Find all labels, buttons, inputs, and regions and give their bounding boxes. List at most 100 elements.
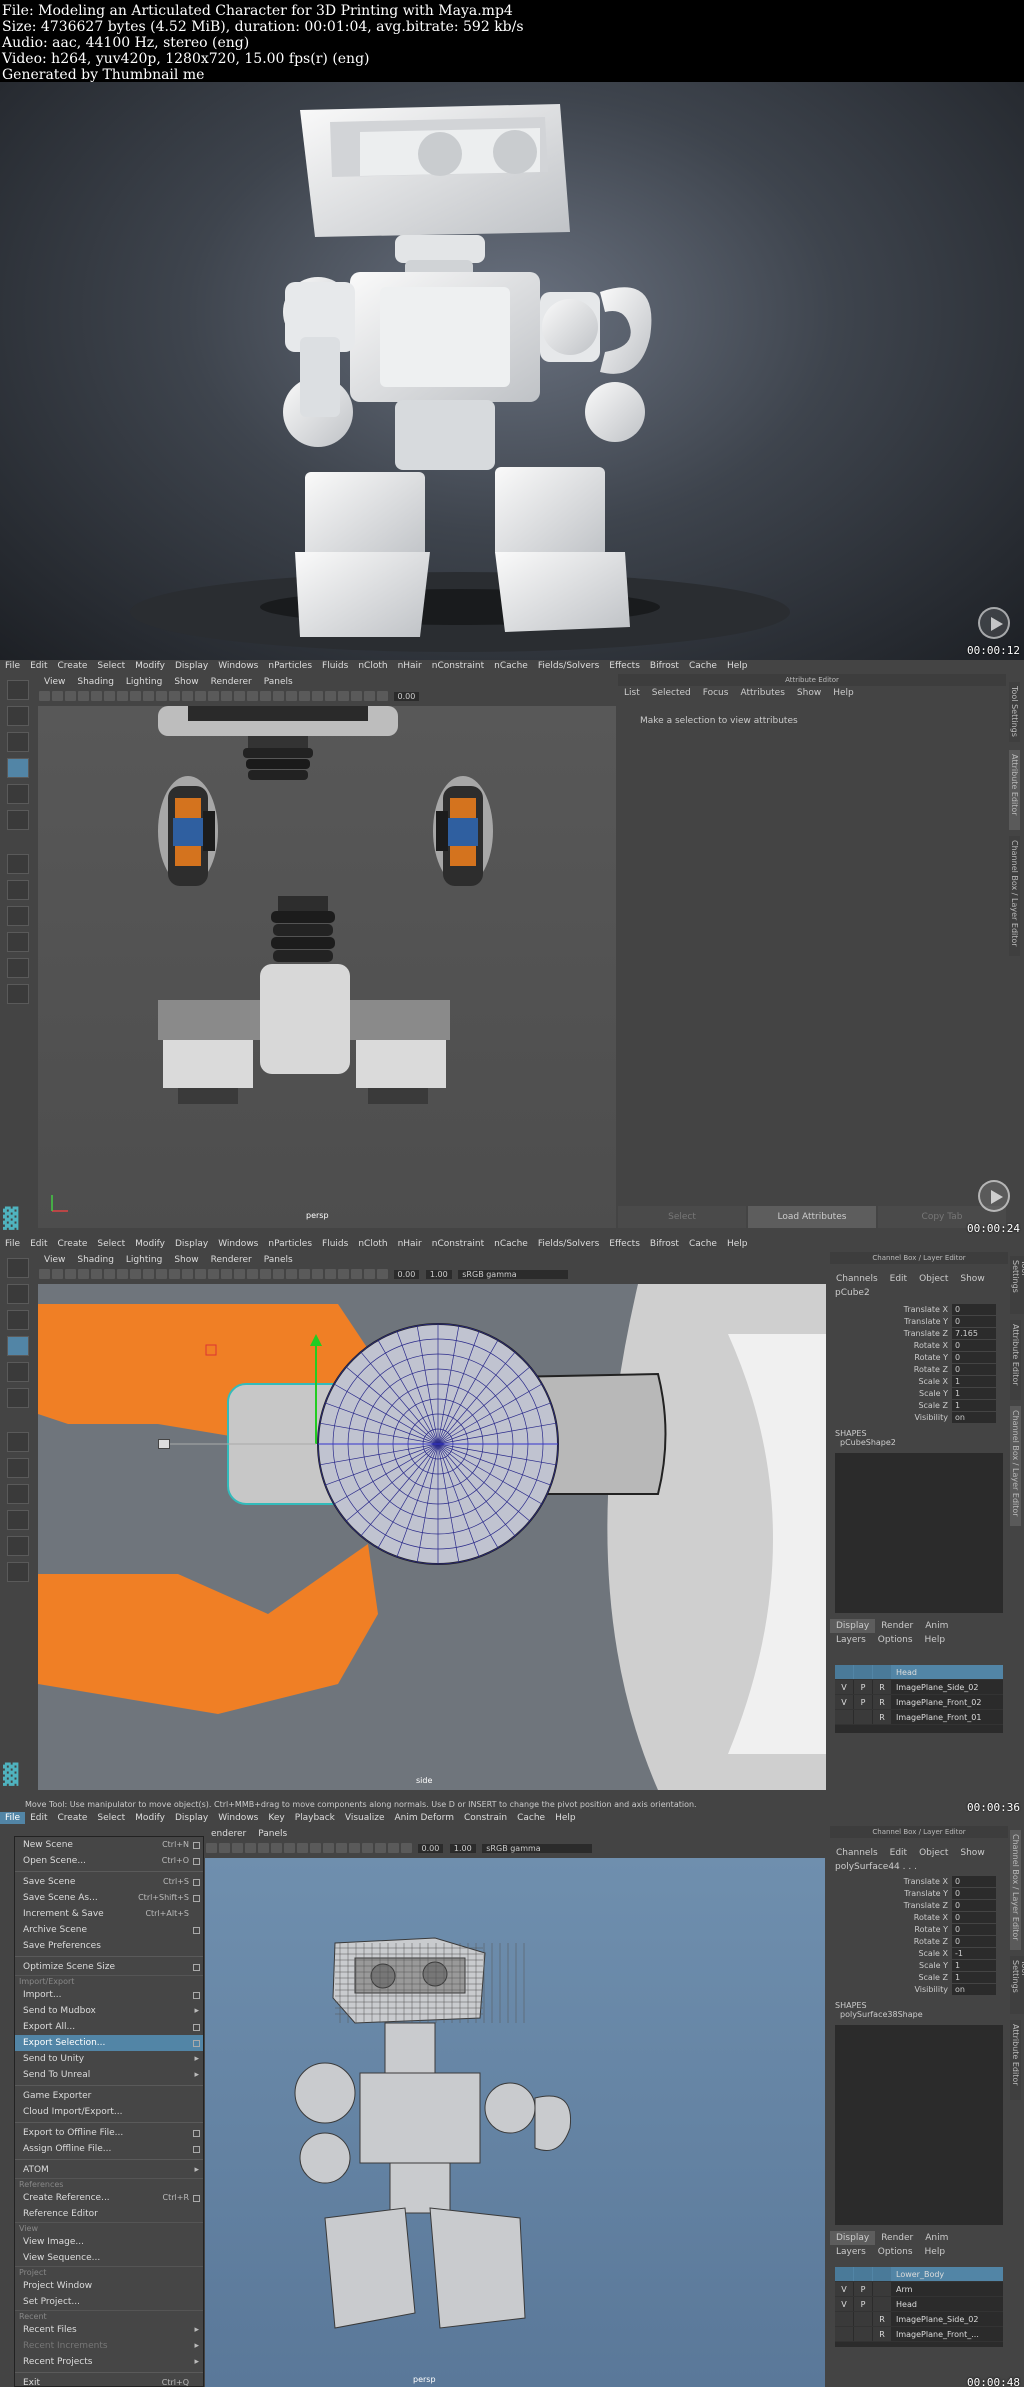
layer-r-toggle[interactable] — [873, 2267, 891, 2281]
menu-ncache[interactable]: nCache — [489, 1238, 533, 1250]
side-tab-tool-settings[interactable]: Tool Settings — [1009, 682, 1020, 742]
file-menu-item-view-image[interactable]: View Image... — [15, 2234, 203, 2250]
layer-r-toggle[interactable]: R — [873, 1695, 891, 1709]
option-box-icon[interactable] — [193, 2146, 200, 2153]
layer-menu-options[interactable]: Options — [872, 2245, 919, 2259]
ae-menu-selected[interactable]: Selected — [646, 686, 697, 700]
menu-effects[interactable]: Effects — [604, 1238, 645, 1250]
menu-fields-solvers[interactable]: Fields/Solvers — [533, 1238, 604, 1250]
layout-outliner-icon[interactable] — [7, 1536, 29, 1556]
menu-bifrost[interactable]: Bifrost — [645, 660, 684, 672]
file-menu-item-new-scene[interactable]: New Scene Ctrl+N — [15, 1837, 203, 1853]
panel-menu-show[interactable]: Show — [168, 1254, 204, 1266]
menu-file[interactable]: File — [0, 1238, 25, 1250]
cb-attr-value[interactable]: 1 — [952, 1972, 996, 1983]
cb-attr-value[interactable]: 1 — [952, 1400, 996, 1411]
menu-help[interactable]: Help — [722, 660, 753, 672]
file-menu-item-assign-offline-file[interactable]: Assign Offline File... — [15, 2141, 203, 2157]
cb-attr-value[interactable]: 0 — [952, 1316, 996, 1327]
menu-cache[interactable]: Cache — [684, 660, 722, 672]
paint-tool-icon[interactable] — [7, 1310, 29, 1330]
menu-modify[interactable]: Modify — [130, 1238, 170, 1250]
panel-menu-panels[interactable]: Panels — [258, 1254, 299, 1266]
layer-row[interactable]: Head — [835, 1665, 1003, 1680]
option-box-icon[interactable] — [193, 2040, 200, 2047]
layer-tab-anim[interactable]: Anim — [919, 1619, 954, 1633]
cb-attr-value[interactable]: 0 — [952, 1876, 996, 1887]
cb-attr-value[interactable]: 1 — [952, 1388, 996, 1399]
layer-p-toggle[interactable]: P — [854, 2297, 872, 2311]
menu-help[interactable]: Help — [722, 1238, 753, 1250]
cb-menu-edit[interactable]: Edit — [884, 1272, 913, 1286]
option-box-icon[interactable] — [193, 1879, 200, 1886]
file-menu-item-save-preferences[interactable]: Save Preferences — [15, 1938, 203, 1954]
file-menu-item-export-all[interactable]: Export All... — [15, 2019, 203, 2035]
panel-menu-show[interactable]: Show — [168, 676, 204, 688]
menu-nparticles[interactable]: nParticles — [263, 660, 317, 672]
option-box-icon[interactable] — [193, 1858, 200, 1865]
menu-nconstraint[interactable]: nConstraint — [427, 660, 489, 672]
menu-playback[interactable]: Playback — [290, 1812, 340, 1824]
far-clip-field[interactable]: 1.00 — [425, 1269, 452, 1279]
cb-menu-edit[interactable]: Edit — [884, 1846, 913, 1860]
near-clip-field[interactable]: 0.00 — [417, 1843, 444, 1853]
menu-edit[interactable]: Edit — [25, 1238, 52, 1250]
file-menu-item-set-project[interactable]: Set Project... — [15, 2294, 203, 2310]
layout-four-icon[interactable] — [7, 880, 29, 900]
layer-r-toggle[interactable]: R — [873, 2327, 891, 2341]
file-menu-item-project-window[interactable]: Project Window — [15, 2278, 203, 2294]
option-box-icon[interactable] — [193, 2130, 200, 2137]
rotate-tool-icon[interactable] — [7, 1362, 29, 1382]
file-menu-item-create-reference[interactable]: Create Reference... Ctrl+R — [15, 2190, 203, 2206]
ae-menu-focus[interactable]: Focus — [697, 686, 735, 700]
layer-row[interactable]: Lower_Body — [835, 2267, 1003, 2282]
menu-nhair[interactable]: nHair — [393, 1238, 427, 1250]
option-box-icon[interactable] — [193, 1842, 200, 1849]
menu-edit[interactable]: Edit — [25, 1812, 52, 1824]
file-menu-item-view-sequence[interactable]: View Sequence... — [15, 2250, 203, 2266]
file-menu-item-optimize-scene-size[interactable]: Optimize Scene Size — [15, 1959, 203, 1975]
menu-modify[interactable]: Modify — [130, 660, 170, 672]
layer-v-toggle[interactable] — [835, 2312, 853, 2326]
cb-attr-value[interactable]: 0 — [952, 1352, 996, 1363]
layer-row[interactable]: R ImagePlane_Side_02 — [835, 2312, 1003, 2327]
layer-r-toggle[interactable]: R — [873, 1710, 891, 1724]
color-space-select[interactable]: sRGB gamma — [482, 1843, 593, 1853]
layer-v-toggle[interactable]: V — [835, 2297, 853, 2311]
lasso-tool-icon[interactable] — [7, 1284, 29, 1304]
menu-select[interactable]: Select — [92, 1812, 130, 1824]
near-clip-field[interactable]: 0.00 — [393, 1269, 420, 1279]
menu-fluids[interactable]: Fluids — [317, 660, 353, 672]
move-tool-icon[interactable] — [7, 758, 29, 778]
option-box-icon[interactable] — [193, 2024, 200, 2031]
layout-single-icon[interactable] — [7, 1432, 29, 1452]
file-menu-item-open-scene[interactable]: Open Scene... Ctrl+O — [15, 1853, 203, 1869]
layer-p-toggle[interactable]: P — [854, 1680, 872, 1694]
cb-attr-value[interactable]: 0 — [952, 1936, 996, 1947]
menu-select[interactable]: Select — [92, 1238, 130, 1250]
file-menu-item-cloud-import-export[interactable]: Cloud Import/Export... — [15, 2104, 203, 2120]
layout-outliner-icon[interactable] — [7, 958, 29, 978]
menu-cache[interactable]: Cache — [684, 1238, 722, 1250]
layer-tab-render[interactable]: Render — [875, 2231, 919, 2245]
layer-p-toggle[interactable] — [854, 1710, 872, 1724]
layer-row[interactable]: R ImagePlane_Front_01 — [835, 1710, 1003, 1725]
ae-select-button[interactable]: Select — [618, 1206, 746, 1228]
layer-v-toggle[interactable]: V — [835, 2282, 853, 2296]
layer-p-toggle[interactable]: P — [854, 2282, 872, 2296]
paint-tool-icon[interactable] — [7, 732, 29, 752]
menu-nhair[interactable]: nHair — [393, 660, 427, 672]
panel-menu-panels[interactable]: Panels — [258, 676, 299, 688]
file-menu-item-send-to-unreal[interactable]: Send To Unreal ▸ — [15, 2067, 203, 2083]
layer-r-toggle[interactable]: R — [873, 1680, 891, 1694]
menu-windows[interactable]: Windows — [213, 1812, 263, 1824]
file-menu-item-export-to-offline-file[interactable]: Export to Offline File... — [15, 2125, 203, 2141]
menu-ncloth[interactable]: nCloth — [353, 660, 392, 672]
menu-file[interactable]: File — [0, 660, 25, 672]
layer-v-toggle[interactable] — [835, 1710, 853, 1724]
menu-windows[interactable]: Windows — [213, 660, 263, 672]
cb-attr-value[interactable]: on — [952, 1984, 996, 1995]
menu-anim-deform[interactable]: Anim Deform — [390, 1812, 459, 1824]
menu-nparticles[interactable]: nParticles — [263, 1238, 317, 1250]
panel-menu-lighting[interactable]: Lighting — [120, 1254, 168, 1266]
